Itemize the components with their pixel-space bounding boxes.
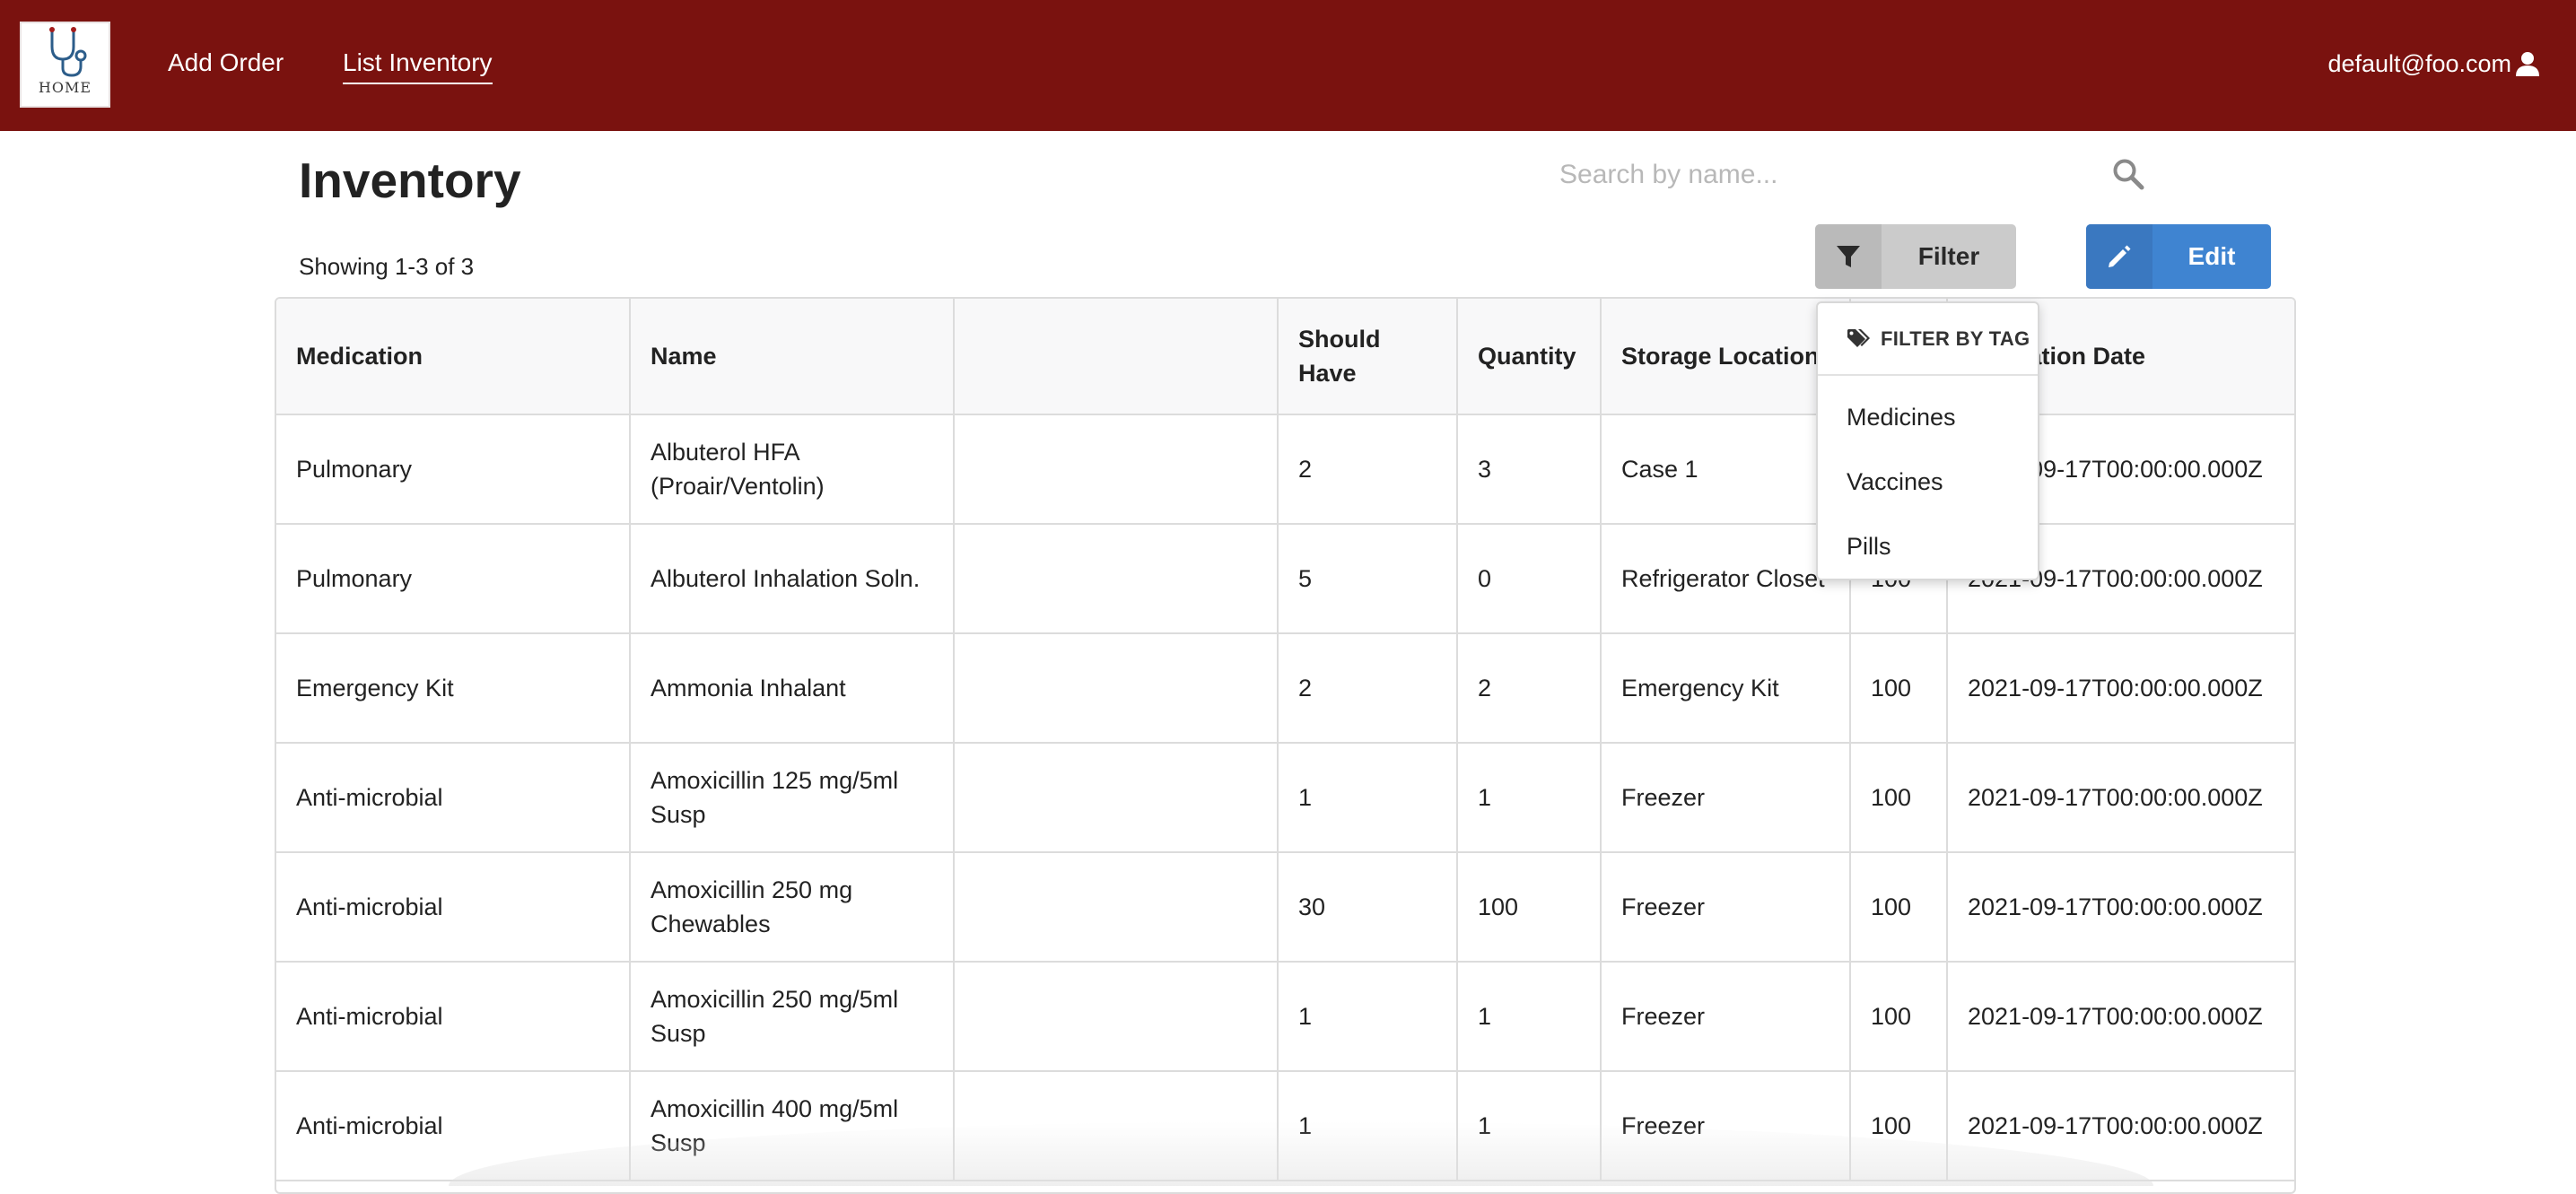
- logo-text: HOME: [38, 79, 92, 96]
- cell-name: Ammonia Inhalant: [630, 633, 955, 744]
- cell-hidden: 100: [1850, 962, 1948, 1072]
- filter-option-vaccines[interactable]: Vaccines: [1847, 466, 1943, 498]
- col-header-name[interactable]: Name: [630, 299, 955, 415]
- top-navbar: HOME Add Order List Inventory default@fo…: [0, 0, 2576, 131]
- cell-expiration-date: 2021-09-17T00:00:00.000Z: [1947, 1071, 2294, 1181]
- cell-medication: Anti-microbial: [276, 1071, 631, 1181]
- user-menu[interactable]: default@foo.com: [2327, 48, 2540, 79]
- edit-button[interactable]: Edit: [2086, 224, 2271, 289]
- cell-hidden: 100: [1850, 633, 1948, 744]
- cell-should-have: 2: [1278, 414, 1458, 525]
- cell-name: Amoxicillin 400 mg/5ml Susp: [630, 1071, 955, 1181]
- cell-spacer: [954, 743, 1279, 853]
- cell-storage-location: Freezer: [1601, 1071, 1851, 1181]
- cell-expiration-date: 2021-09-17T00:00:00.000Z: [1947, 743, 2294, 853]
- cell-storage-location: Emergency Kit: [1601, 633, 1851, 744]
- cell-medication: Anti-microbial: [276, 743, 631, 853]
- col-header-quantity[interactable]: Quantity: [1457, 299, 1602, 415]
- cell-hidden: 100: [1850, 852, 1948, 963]
- col-header-spacer: [954, 299, 1279, 415]
- cell-medication: Anti-microbial: [276, 852, 631, 963]
- search-bar: [1559, 151, 2152, 199]
- cell-should-have: 1: [1278, 962, 1458, 1072]
- cell-medication: Emergency Kit: [276, 633, 631, 744]
- cell-name: Amoxicillin 125 mg/5ml Susp: [630, 743, 955, 853]
- cell-expiration-date: 2021-09-17T00:00:00.000Z: [1947, 962, 2294, 1072]
- cell-storage-location: Freezer: [1601, 743, 1851, 853]
- table-row[interactable]: Emergency Kit Ammonia Inhalant 2 2 Emergency…: [276, 633, 2294, 744]
- cell-spacer: [954, 524, 1279, 634]
- cell-name: Albuterol HFA (Proair/Ventolin): [630, 414, 955, 525]
- user-email: default@foo.com: [2327, 50, 2511, 77]
- col-header-expiration-tail: ation Date: [2028, 343, 2146, 370]
- cell-name: Amoxicillin 250 mg/5ml Susp: [630, 962, 955, 1072]
- cell-quantity: 3: [1457, 414, 1602, 525]
- cell-name: Amoxicillin 250 mg Chewables: [630, 852, 955, 963]
- cell-should-have: 30: [1278, 852, 1458, 963]
- cell-spacer: [954, 414, 1279, 525]
- cell-quantity: 100: [1457, 852, 1602, 963]
- user-icon: [2516, 52, 2539, 76]
- table-row[interactable]: Anti-microbial Amoxicillin 250 mg/5ml Sus…: [276, 962, 2294, 1072]
- cell-storage-location: Freezer: [1601, 962, 1851, 1072]
- table-row[interactable]: Anti-microbial Amoxicillin 125 mg/5ml Sus…: [276, 743, 2294, 853]
- cell-should-have: 5: [1278, 524, 1458, 634]
- tags-icon: [1847, 328, 1870, 347]
- col-header-should-have[interactable]: Should Have: [1278, 299, 1458, 415]
- cell-should-have: 2: [1278, 633, 1458, 744]
- col-header-medication[interactable]: Medication: [276, 299, 631, 415]
- stethoscope-icon: [49, 27, 87, 77]
- table-row[interactable]: Anti-microbial Amoxicillin 250 mg Chewabl…: [276, 852, 2294, 963]
- col-header-storage-location[interactable]: Storage Location: [1601, 299, 1851, 415]
- home-logo[interactable]: HOME: [20, 22, 110, 108]
- cell-spacer: [954, 1071, 1279, 1181]
- cell-spacer: [954, 633, 1279, 744]
- cell-spacer: [954, 852, 1279, 963]
- page-title: Inventory: [299, 153, 521, 208]
- cell-medication: Anti-microbial: [276, 962, 631, 1072]
- cell-hidden: 100: [1850, 1071, 1948, 1181]
- nav-add-order[interactable]: Add Order: [168, 47, 284, 79]
- search-icon[interactable]: [2112, 158, 2144, 190]
- cell-quantity: 0: [1457, 524, 1602, 634]
- dropdown-header-label: FILTER BY TAG: [1881, 327, 2030, 350]
- cell-spacer: [954, 962, 1279, 1072]
- cell-storage-location: Case 1: [1601, 414, 1851, 525]
- search-input[interactable]: [1559, 151, 2098, 199]
- cell-medication: Pulmonary: [276, 414, 631, 525]
- filter-option-pills[interactable]: Pills: [1847, 530, 1891, 562]
- cell-storage-location: Refrigerator Closet: [1601, 524, 1851, 634]
- cell-quantity: 2: [1457, 633, 1602, 744]
- table-row[interactable]: Anti-microbial Amoxicillin 400 mg/5ml Sus…: [276, 1071, 2294, 1181]
- filter-button-label: Filter: [1917, 242, 1980, 270]
- nav-list-inventory[interactable]: List Inventory: [343, 47, 493, 84]
- filter-dropdown: FILTER BY TAG Medicines Vaccines Pills: [1816, 301, 2039, 580]
- dropdown-header: FILTER BY TAG: [1818, 303, 2038, 376]
- filter-button[interactable]: Filter: [1815, 224, 2016, 289]
- pencil-icon: [2086, 224, 2152, 289]
- cell-expiration-date: 2021-09-17T00:00:00.000Z: [1947, 852, 2294, 963]
- cell-name: Albuterol Inhalation Soln.: [630, 524, 955, 634]
- filter-option-medicines[interactable]: Medicines: [1847, 401, 1956, 433]
- edit-button-label: Edit: [2187, 242, 2236, 270]
- cell-expiration-date: 2021-09-17T00:00:00.000Z: [1947, 633, 2294, 744]
- funnel-icon: [1815, 224, 1882, 289]
- cell-quantity: 1: [1457, 743, 1602, 853]
- cell-should-have: 1: [1278, 743, 1458, 853]
- cell-quantity: 1: [1457, 1071, 1602, 1181]
- cell-medication: Pulmonary: [276, 524, 631, 634]
- pagination-summary: Showing 1-3 of 3: [299, 253, 475, 280]
- cell-hidden: 100: [1850, 743, 1948, 853]
- cell-should-have: 1: [1278, 1071, 1458, 1181]
- cell-storage-location: Freezer: [1601, 852, 1851, 963]
- cell-quantity: 1: [1457, 962, 1602, 1072]
